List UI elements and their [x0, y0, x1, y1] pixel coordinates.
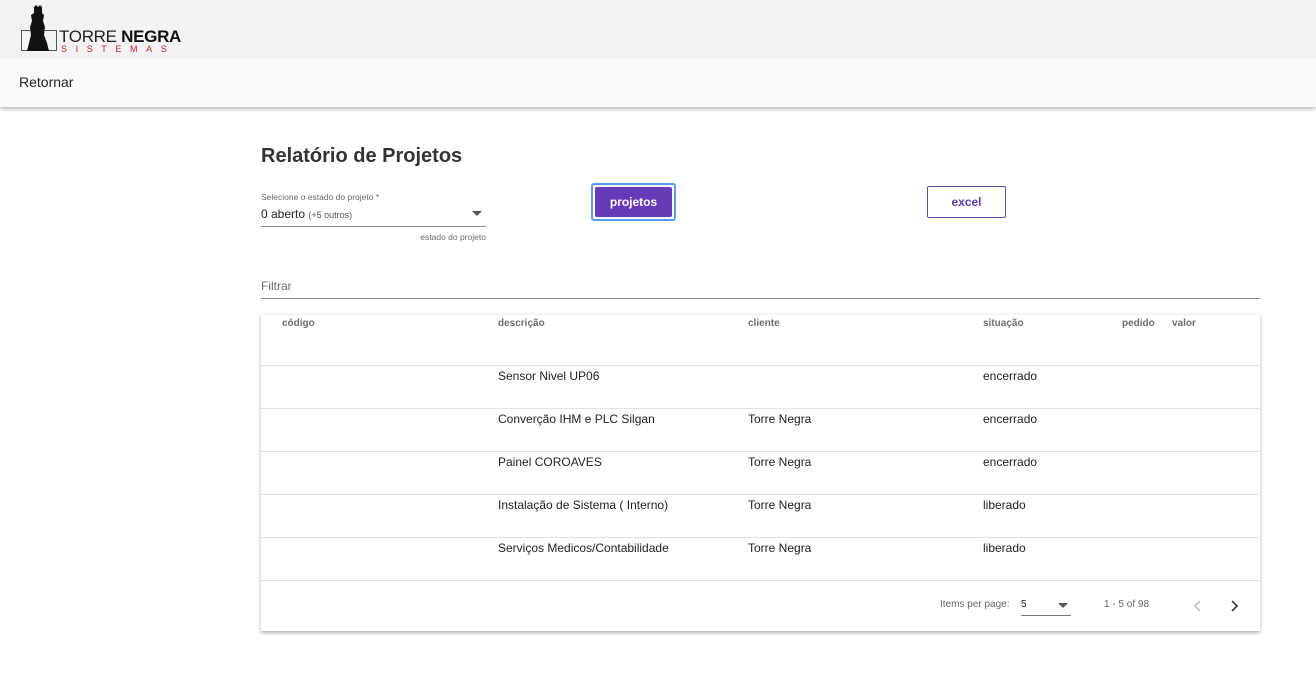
header-valor[interactable]: valor — [1172, 318, 1196, 329]
paginator: Items per page: 5 1 - 5 of 98 — [261, 581, 1260, 631]
header-pedido[interactable]: pedido — [1122, 318, 1155, 329]
cell-situacao: liberado — [983, 541, 1026, 555]
filter-field — [261, 276, 1260, 299]
chevron-left-icon — [1193, 600, 1201, 612]
cell-descricao: Instalação de Sistema ( Interno) — [498, 498, 669, 512]
items-per-page-value: 5 — [1021, 599, 1027, 610]
project-state-label: Selecione o estado do projeto * — [261, 192, 380, 202]
cell-descricao: Sensor Nivel UP06 — [498, 369, 600, 383]
projetos-button-label: projetos — [595, 187, 672, 217]
next-page-button[interactable] — [1219, 591, 1249, 621]
header-situacao[interactable]: situação — [983, 318, 1024, 329]
project-state-value: 0 aberto (+5 outros) — [261, 207, 352, 221]
table-row[interactable]: Instalação de Sistema ( Interno) Torre N… — [261, 495, 1260, 538]
filter-input[interactable] — [261, 276, 1260, 296]
items-per-page-label: Items per page: — [940, 599, 1010, 610]
cell-cliente: Torre Negra — [748, 498, 812, 512]
cell-situacao: liberado — [983, 498, 1026, 512]
items-per-page-select[interactable]: 5 — [1021, 596, 1071, 616]
cell-cliente: Torre Negra — [748, 455, 812, 469]
header-cliente[interactable]: cliente — [748, 318, 780, 329]
cell-descricao: Painel COROAVES — [498, 455, 602, 469]
page-range-label: 1 - 5 of 98 — [1104, 599, 1150, 610]
brand-logo[interactable]: TORRE NEGRA SISTEMAS — [19, 5, 181, 54]
project-state-extra: (+5 outros) — [308, 210, 353, 220]
projetos-button[interactable]: projetos — [591, 183, 676, 221]
back-link[interactable]: Retornar — [19, 74, 73, 90]
cell-situacao: encerrado — [983, 455, 1038, 469]
dropdown-arrow-icon — [1058, 603, 1068, 608]
cell-situacao: encerrado — [983, 412, 1038, 426]
cell-descricao: Converção IHM e PLC Silgan — [498, 412, 655, 426]
previous-page-button[interactable] — [1183, 591, 1213, 621]
project-state-select[interactable]: Selecione o estado do projeto * 0 aberto… — [261, 190, 486, 242]
excel-button[interactable]: excel — [927, 186, 1006, 218]
dropdown-arrow-icon[interactable] — [472, 211, 482, 216]
top-bar: TORRE NEGRA SISTEMAS — [0, 0, 1316, 58]
header-codigo[interactable]: código — [282, 318, 315, 329]
projects-table: código descrição cliente situação pedido… — [261, 315, 1260, 631]
table-row[interactable]: Converção IHM e PLC Silgan Torre Negra e… — [261, 409, 1260, 452]
table-row[interactable]: Sensor Nivel UP06 encerrado — [261, 366, 1260, 409]
tower-icon — [27, 5, 49, 51]
table-row[interactable]: Serviços Medicos/Contabilidade Torre Neg… — [261, 538, 1260, 581]
cell-cliente: Torre Negra — [748, 541, 812, 555]
cell-situacao: encerrado — [983, 369, 1038, 383]
page-title: Relatório de Projetos — [261, 145, 463, 167]
table-row[interactable]: Painel COROAVES Torre Negra encerrado — [261, 452, 1260, 495]
cell-cliente: Torre Negra — [748, 412, 812, 426]
select-underline — [261, 226, 486, 227]
header-descricao[interactable]: descrição — [498, 318, 545, 329]
project-state-selected: 0 aberto — [261, 207, 306, 221]
brand-tagline: SISTEMAS — [61, 44, 176, 54]
table-header: código descrição cliente situação pedido… — [261, 315, 1260, 366]
project-state-hint: estado do projeto — [420, 232, 486, 242]
nav-bar: Retornar — [0, 58, 1316, 107]
cell-descricao: Serviços Medicos/Contabilidade — [498, 541, 669, 555]
chevron-right-icon — [1231, 600, 1239, 612]
